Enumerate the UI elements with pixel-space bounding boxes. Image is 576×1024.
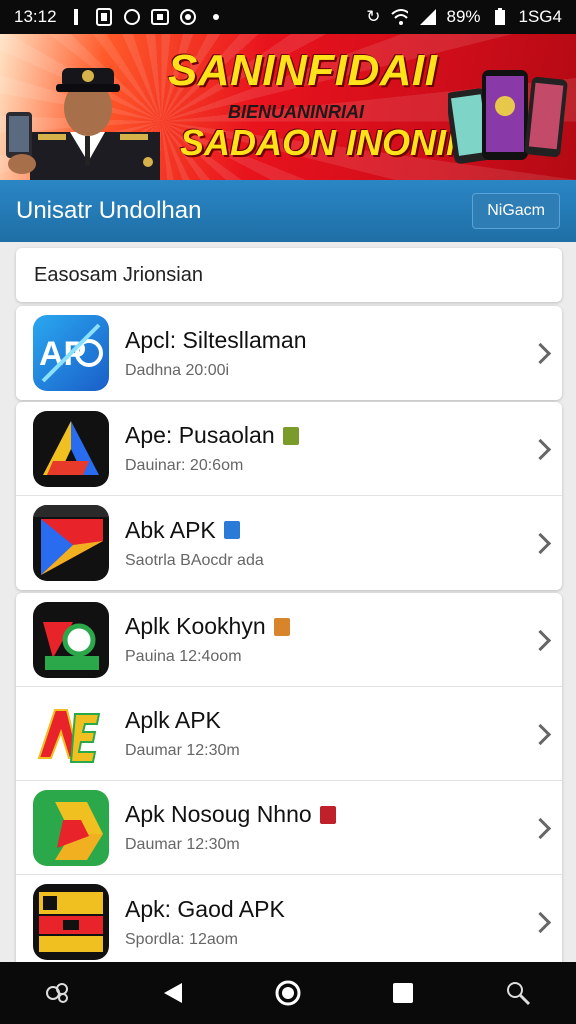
battery-percent: 89%	[446, 7, 481, 26]
app-name: Aplk APK	[125, 707, 221, 733]
status-right-text: 1SG4	[518, 7, 562, 26]
wifi-icon	[390, 8, 409, 26]
banner-tagline: SADAON INONIN	[180, 122, 473, 163]
chevron-right-icon	[529, 911, 552, 934]
list-item[interactable]: Aplk Kookhyn Pauina 12:4oom	[16, 593, 562, 687]
app-texts: Ape: Pusaolan Dauinar: 20:6om	[125, 422, 299, 475]
app-card-2: Ape: Pusaolan Dauinar: 20:6om Abk APK Sa…	[16, 402, 562, 590]
header-button[interactable]: NiGacm	[472, 193, 560, 229]
list-item[interactable]: Ape: Pusaolan Dauinar: 20:6om	[16, 402, 562, 496]
app-texts: Apk: Gaod APK Spordla: 12aom	[125, 896, 285, 949]
list-item[interactable]: Apk Nosoug Nhno Daumar 12:30m	[16, 781, 562, 875]
chevron-right-icon	[529, 723, 552, 745]
ae-icon	[33, 695, 109, 772]
navigation-bar	[0, 962, 576, 1024]
status-bar: 13:12 ↻ 89% 1SG4	[0, 0, 576, 34]
sync-icon: ↻	[366, 7, 381, 26]
game-icon	[33, 884, 109, 960]
signal-icon	[418, 8, 437, 26]
chevron-right-icon	[529, 438, 552, 460]
badge-icon	[223, 521, 240, 539]
app-card-3: Aplk Kookhyn Pauina 12:4oom Aplk APK Dau…	[16, 593, 562, 969]
apk-icon	[33, 601, 109, 678]
phones-illustration	[448, 70, 568, 164]
list-item[interactable]: Abk APK Saotrla BAocdr ada	[16, 496, 562, 590]
list-item[interactable]: Aplk APK Daumar 12:30m	[16, 687, 562, 781]
badge-icon	[273, 617, 290, 636]
badge-icon	[319, 805, 336, 824]
svg-text:AP: AP	[39, 335, 86, 373]
app-meta: Daumar 12:30m	[125, 742, 240, 759]
banner-title: SANINFIDAII	[168, 46, 438, 95]
app-texts: Apcl: Siltesllaman Dadhna 20:00i	[125, 327, 307, 380]
app-name: Apk: Gaod APK	[125, 895, 285, 922]
app-meta: Dauinar: 20:6om	[125, 457, 244, 474]
app-texts: Apk Nosoug Nhno Daumar 12:30m	[125, 801, 336, 854]
app-meta: Daumar 12:30m	[125, 836, 240, 853]
drive-icon	[33, 789, 109, 866]
recents-icon[interactable]	[38, 973, 78, 1013]
app-name: Apk Nosoug Nhno	[125, 801, 336, 828]
eye-icon	[179, 8, 197, 26]
chevron-right-icon	[529, 629, 552, 651]
home-icon[interactable]	[268, 973, 308, 1013]
play-icon	[33, 505, 109, 581]
dot-icon	[207, 8, 225, 26]
battery-icon	[491, 8, 509, 26]
app-header: Unisatr Undolhan NiGacm	[0, 180, 576, 242]
app-name: Abk APK	[125, 517, 264, 544]
chevron-right-icon	[529, 817, 552, 839]
search-input[interactable]: Easosam Jrionsian	[16, 248, 562, 302]
app-texts: Aplk APK Daumar 12:30m	[125, 707, 240, 760]
promo-banner[interactable]: SANINFIDAII BIENUANINRIAI SADAON INONIN	[0, 34, 576, 180]
overview-icon[interactable]	[383, 973, 423, 1013]
status-time: 13:12	[14, 7, 57, 26]
app-name: Ape: Pusaolan	[125, 422, 299, 449]
app-name: Aplk Kookhyn	[125, 613, 290, 640]
badge-icon	[282, 426, 299, 445]
status-left: 13:12	[14, 7, 225, 27]
search-icon[interactable]	[498, 973, 538, 1013]
app-meta: Pauina 12:4oom	[125, 648, 242, 665]
list-item[interactable]: AP Apcl: Siltesllaman Dadhna 20:00i	[16, 306, 562, 400]
back-icon[interactable]	[153, 973, 193, 1013]
app-card-1: AP Apcl: Siltesllaman Dadhna 20:00i	[16, 306, 562, 400]
app-texts: Aplk Kookhyn Pauina 12:4oom	[125, 613, 290, 666]
banner-subtitle: BIENUANINRIAI	[228, 102, 365, 122]
sim-icon	[95, 8, 113, 26]
officer-illustration	[6, 68, 160, 180]
chevron-right-icon	[529, 532, 552, 555]
ap-icon: AP	[33, 315, 109, 391]
page-title: Unisatr Undolhan	[16, 197, 202, 224]
app-meta: Spordla: 12aom	[125, 930, 238, 948]
status-right: ↻ 89% 1SG4	[366, 7, 562, 27]
circle-icon	[123, 8, 141, 26]
app-name: Apcl: Siltesllaman	[125, 326, 307, 353]
chevron-right-icon	[529, 342, 552, 365]
app-texts: Abk APK Saotrla BAocdr ada	[125, 517, 264, 570]
a-icon-dark	[33, 410, 109, 487]
image-icon	[150, 8, 169, 26]
app-meta: Saotrla BAocdr ada	[125, 551, 264, 569]
list-item[interactable]: Apk: Gaod APK Spordla: 12aom	[16, 875, 562, 969]
app-meta: Dadhna 20:00i	[125, 361, 230, 379]
notification-icon	[67, 8, 85, 26]
